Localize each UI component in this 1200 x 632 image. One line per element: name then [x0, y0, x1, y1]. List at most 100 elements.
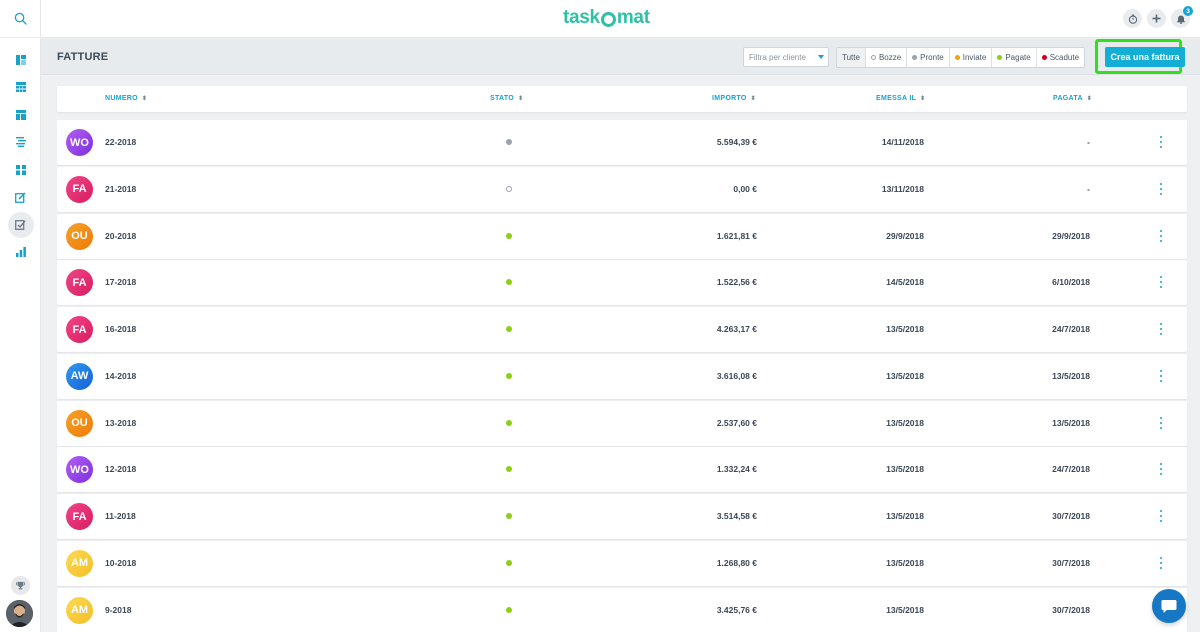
- filter-ready[interactable]: Pronte: [907, 48, 950, 67]
- table-row[interactable]: AW 14-2018 3.616,08 € 13/5/2018 13/5/2018: [57, 353, 1187, 399]
- status-dot-icon: [870, 55, 876, 60]
- user-photo-icon: [6, 600, 33, 627]
- client-filter-select[interactable]: Filtra per cliente: [743, 47, 829, 67]
- paid-date: 13/5/2018: [1052, 370, 1090, 381]
- achievements-button[interactable]: [11, 576, 30, 595]
- sidebar-item-reports[interactable]: [0, 239, 41, 267]
- column-header-pagata[interactable]: PAGATA ⬍: [1053, 95, 1092, 102]
- sidebar-item-tiles[interactable]: [0, 156, 41, 184]
- paid-date: 30/7/2018: [1052, 557, 1090, 568]
- sort-icon: ⬍: [141, 96, 148, 102]
- invoice-number: 9-2018: [105, 604, 132, 615]
- add-button[interactable]: [1147, 9, 1166, 28]
- status-dot-icon: [506, 372, 512, 379]
- client-avatar: FA: [66, 503, 93, 530]
- filter-all[interactable]: Tutte: [837, 48, 866, 67]
- notifications-button[interactable]: 3: [1171, 6, 1193, 28]
- row-menu-button[interactable]: [1157, 369, 1165, 382]
- status-dot-icon: [912, 55, 918, 60]
- column-label: NUMERO: [105, 95, 138, 102]
- create-invoice-button[interactable]: Crea una fattura: [1105, 47, 1185, 67]
- table-row[interactable]: FA 11-2018 3.514,58 € 13/5/2018 30/7/2018: [57, 494, 1187, 539]
- row-menu-button[interactable]: [1157, 229, 1165, 242]
- kebab-icon: [1160, 328, 1162, 330]
- table-row[interactable]: AM 9-2018 3.425,76 € 13/5/2018 30/7/2018: [57, 587, 1187, 632]
- kebab-icon: [1160, 473, 1162, 476]
- status-dot-icon: [506, 232, 512, 239]
- column-header-numero[interactable]: NUMERO ⬍: [105, 95, 147, 102]
- sort-icon: ⬍: [920, 96, 926, 102]
- invoice-amount: 4.263,17 €: [716, 324, 757, 334]
- row-menu-button[interactable]: [1157, 463, 1165, 476]
- filter-drafts[interactable]: Bozze: [866, 48, 908, 67]
- table-row[interactable]: OU 20-2018 1.621,81 € 29/9/2018 29/9/2018: [57, 213, 1187, 259]
- page-toolbar: FATTURE Filtra per cliente Tutte Bozze P…: [41, 39, 1200, 75]
- table-row[interactable]: AM 10-2018 1.268,80 € 13/5/2018 30/7/2018: [57, 540, 1187, 586]
- filter-overdue[interactable]: Scadute: [1037, 48, 1084, 67]
- app-logo[interactable]: task mat: [563, 7, 650, 29]
- row-menu-button[interactable]: [1157, 276, 1165, 289]
- client-avatar: AW: [66, 362, 93, 390]
- issued-date: 13/5/2018: [886, 511, 924, 521]
- kebab-icon: [1160, 141, 1162, 143]
- kebab-icon: [1160, 239, 1162, 242]
- kebab-icon: [1160, 229, 1162, 232]
- kebab-icon: [1160, 426, 1162, 429]
- kebab-icon: [1160, 510, 1162, 512]
- paid-date: -: [1087, 183, 1090, 194]
- invoice-amount: 3.425,76 €: [716, 604, 757, 615]
- user-avatar[interactable]: [6, 600, 33, 627]
- timer-button[interactable]: [1123, 9, 1142, 28]
- filter-paid[interactable]: Pagate: [992, 48, 1037, 67]
- plus-icon: [1152, 14, 1161, 23]
- issued-date: 14/5/2018: [886, 277, 924, 288]
- kebab-icon: [1160, 416, 1162, 419]
- search-button[interactable]: [0, 0, 41, 38]
- kebab-icon: [1160, 276, 1162, 279]
- status-dot-icon: [954, 55, 960, 60]
- row-menu-button[interactable]: [1157, 323, 1165, 335]
- status-dot-icon: [506, 185, 512, 192]
- page-title: FATTURE: [57, 51, 109, 63]
- sidebar-item-list[interactable]: [0, 129, 41, 157]
- client-avatar: OU: [66, 222, 93, 250]
- paid-date: -: [1087, 137, 1090, 147]
- row-menu-button[interactable]: [1157, 182, 1165, 195]
- table-row[interactable]: WO 12-2018 1.332,24 € 13/5/2018 24/7/2018: [57, 447, 1187, 493]
- caret-down-icon: [818, 55, 824, 59]
- table-row[interactable]: OU 13-2018 2.537,60 € 13/5/2018 13/5/2018: [57, 400, 1187, 446]
- status-dot-icon: [506, 279, 512, 286]
- sidebar-item-projects[interactable]: [0, 101, 41, 129]
- sidebar-item-invoices[interactable]: [0, 211, 41, 239]
- search-icon: [14, 12, 27, 25]
- table-row[interactable]: FA 21-2018 0,00 € 13/11/2018 -: [57, 166, 1187, 212]
- row-menu-button[interactable]: [1157, 510, 1165, 522]
- table-row[interactable]: FA 17-2018 1.522,56 € 14/5/2018 6/10/2018: [57, 260, 1187, 306]
- invoice-number: 12-2018: [105, 464, 137, 475]
- row-menu-button[interactable]: [1157, 556, 1165, 569]
- invoice-number: 13-2018: [105, 417, 137, 428]
- chat-button[interactable]: [1152, 589, 1186, 623]
- status-dot-icon: [506, 513, 512, 519]
- invoice-number: 11-2018: [105, 511, 136, 521]
- invoice-amount: 0,00 €: [733, 183, 757, 194]
- row-menu-button[interactable]: [1157, 416, 1165, 429]
- sort-icon: ⬍: [518, 96, 524, 102]
- sidebar-item-edit[interactable]: [0, 184, 41, 212]
- column-header-emessa[interactable]: EMESSA IL ⬍: [876, 95, 926, 102]
- column-label: STATO: [490, 95, 515, 102]
- filter-sent[interactable]: Inviate: [950, 48, 993, 67]
- row-menu-button[interactable]: [1157, 136, 1165, 148]
- kebab-icon: [1160, 333, 1162, 335]
- kebab-icon: [1160, 192, 1162, 195]
- invoice-amount: 1.332,24 €: [716, 464, 757, 475]
- kebab-icon: [1160, 182, 1162, 185]
- table-row[interactable]: FA 16-2018 4.263,17 € 13/5/2018 24/7/2018: [57, 307, 1187, 352]
- sidebar-item-dashboard[interactable]: [0, 46, 41, 74]
- issued-date: 14/11/2018: [881, 137, 924, 147]
- status-dot-icon: [506, 466, 512, 473]
- column-header-importo[interactable]: IMPORTO ⬍: [712, 95, 756, 102]
- column-header-stato[interactable]: STATO ⬍: [490, 95, 523, 102]
- sidebar-item-grid[interactable]: [0, 74, 41, 102]
- table-row[interactable]: WO 22-2018 5.594,39 € 14/11/2018 -: [57, 120, 1187, 165]
